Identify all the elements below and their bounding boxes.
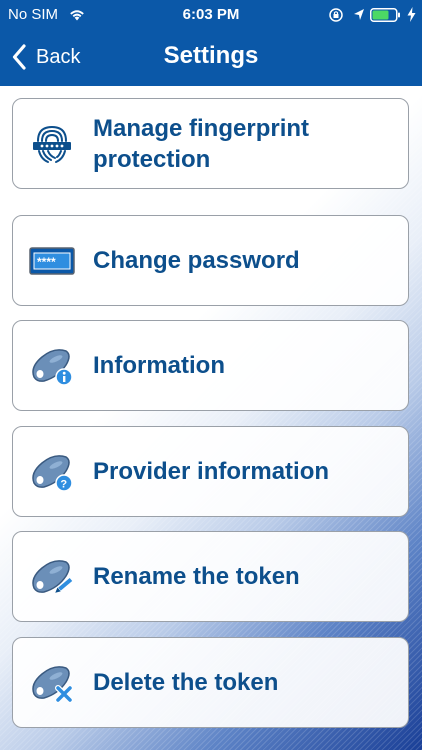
item-label: Delete the token — [93, 669, 279, 696]
delete-token-button[interactable]: Delete the token — [12, 637, 409, 728]
token-delete-icon — [27, 658, 77, 708]
settings-list: Manage fingerprint protection **** Chang… — [0, 86, 422, 750]
item-label: Change password — [93, 247, 300, 274]
svg-text:****: **** — [37, 255, 56, 269]
item-label: Provider information — [93, 458, 330, 485]
charging-bolt-icon — [407, 7, 416, 26]
status-bar: No SIM 6:03 PM — [0, 0, 422, 30]
information-button[interactable]: Information — [12, 320, 409, 411]
token-info-icon — [27, 341, 77, 391]
password-field-icon: **** — [27, 236, 77, 286]
back-button[interactable]: Back — [12, 42, 80, 72]
item-label: Rename the token — [93, 563, 300, 590]
provider-information-button[interactable]: ? Provider information — [12, 426, 409, 517]
rotation-lock-icon — [328, 7, 344, 27]
manage-fingerprint-button[interactable]: Manage fingerprint protection — [12, 98, 409, 189]
token-question-icon: ? — [27, 447, 77, 497]
rename-token-button[interactable]: Rename the token — [12, 531, 409, 622]
item-label: Information — [93, 352, 225, 379]
item-label: Manage fingerprint protection — [93, 114, 310, 173]
token-rename-icon — [27, 552, 77, 602]
location-arrow-icon — [353, 8, 365, 25]
back-label: Back — [36, 45, 81, 68]
fingerprint-icon — [27, 119, 77, 169]
chevron-left-icon — [12, 44, 26, 70]
svg-text:?: ? — [60, 478, 67, 490]
navigation-bar: Back Settings — [0, 30, 422, 86]
battery-icon — [370, 8, 402, 26]
change-password-button[interactable]: **** Change password — [12, 215, 409, 306]
